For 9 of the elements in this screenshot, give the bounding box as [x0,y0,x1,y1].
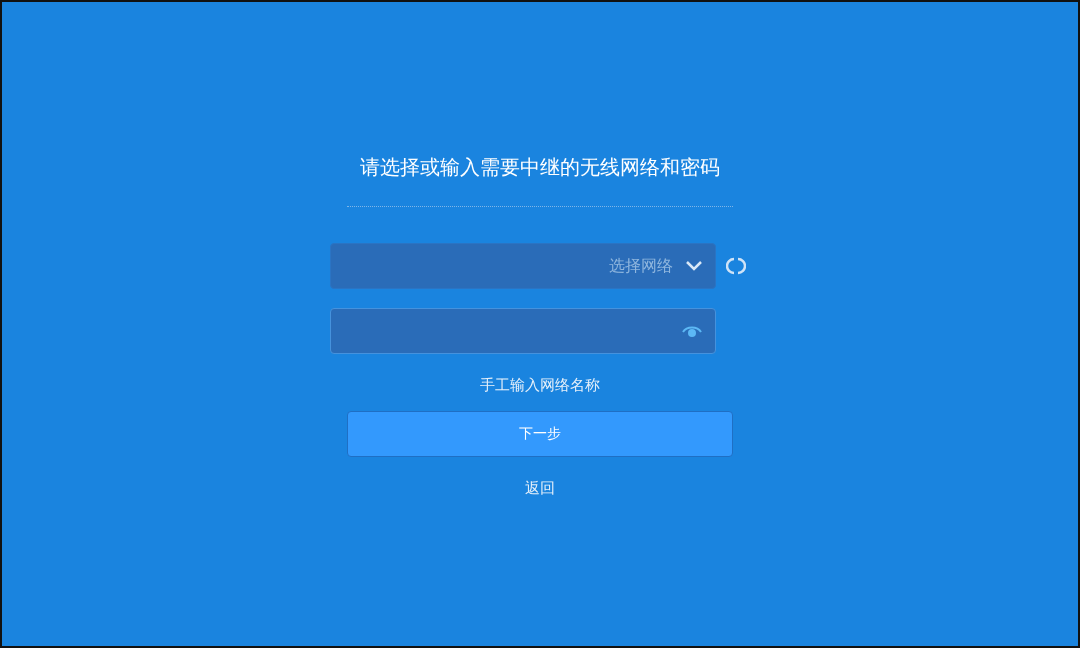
next-button[interactable]: 下一步 [347,410,733,457]
chevron-down-icon [685,260,703,272]
network-select[interactable]: 选择网络 [330,243,716,289]
refresh-icon[interactable] [726,256,746,276]
select-placeholder: 选择网络 [609,255,673,277]
back-link[interactable]: 返回 [525,476,555,499]
manual-entry-link[interactable]: 手工输入网络名称 [480,374,600,397]
password-field[interactable] [330,308,716,354]
page-title: 请选择或输入需要中继的无线网络和密码 [360,154,720,181]
